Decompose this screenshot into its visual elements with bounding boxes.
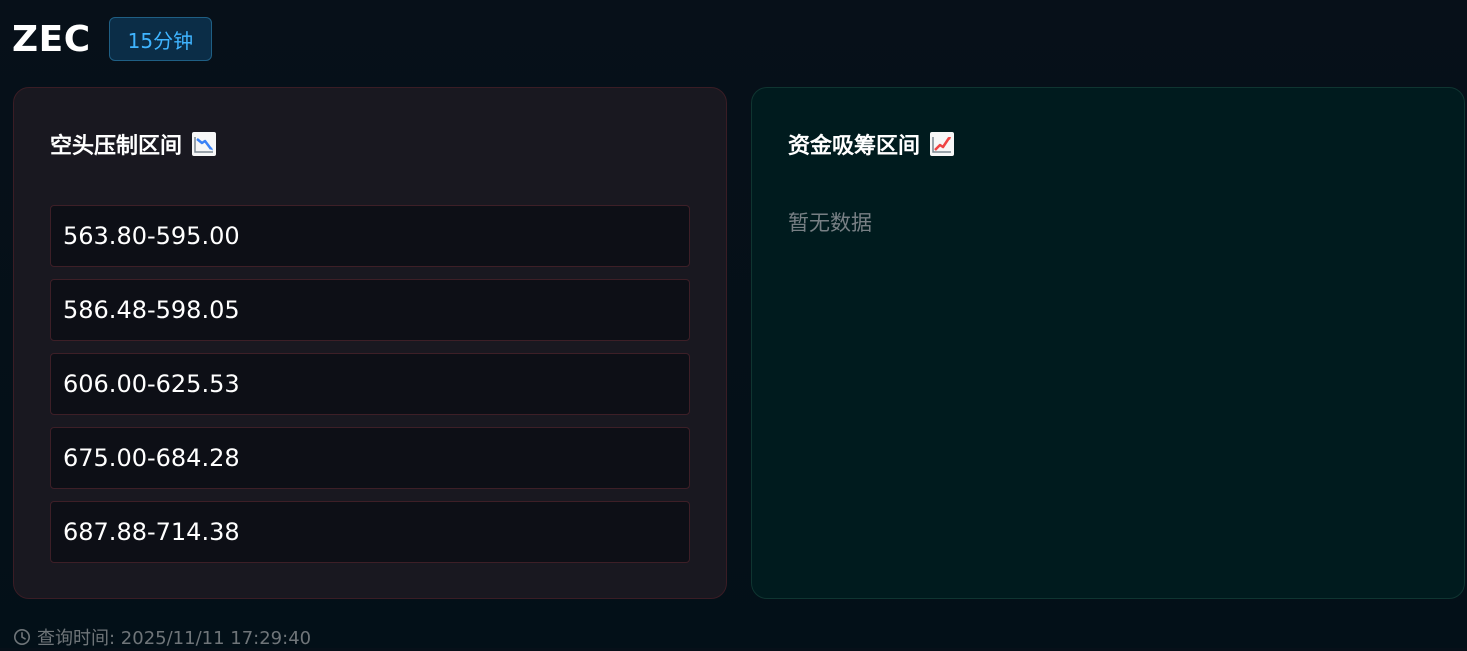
bearish-pressure-label: 空头压制区间 bbox=[50, 134, 183, 159]
bearish-pressure-panel: 空头压制区间 563.80-595.00 586.48-598.05 606.0… bbox=[13, 87, 727, 599]
capital-accumulation-title: 资金吸筹区间 bbox=[788, 128, 955, 160]
bearish-zone-item[interactable]: 687.88-714.38 bbox=[50, 501, 690, 563]
bearish-pressure-title: 空头压制区间 bbox=[50, 128, 217, 160]
query-time-footer: 查询时间: 2025/11/11 17:29:40 bbox=[13, 624, 311, 650]
clock-icon bbox=[13, 628, 31, 646]
chart-increasing-icon bbox=[930, 132, 955, 156]
symbol-title: ZEC bbox=[12, 18, 91, 60]
bearish-zone-item[interactable]: 563.80-595.00 bbox=[50, 205, 690, 267]
bearish-zone-item[interactable]: 606.00-625.53 bbox=[50, 353, 690, 415]
empty-data-message: 暂无数据 bbox=[788, 211, 872, 235]
capital-accumulation-panel: 资金吸筹区间 暂无数据 bbox=[751, 87, 1465, 599]
bearish-zone-item[interactable]: 586.48-598.05 bbox=[50, 279, 690, 341]
chart-decreasing-icon bbox=[192, 132, 217, 156]
timeframe-badge[interactable]: 15分钟 bbox=[108, 17, 213, 61]
market-header: ZEC 15分钟 bbox=[12, 17, 213, 61]
query-time-text: 查询时间: 2025/11/11 17:29:40 bbox=[37, 628, 312, 649]
bearish-zone-list: 563.80-595.00 586.48-598.05 606.00-625.5… bbox=[50, 205, 690, 575]
capital-accumulation-label: 资金吸筹区间 bbox=[788, 134, 921, 159]
bearish-zone-item[interactable]: 675.00-684.28 bbox=[50, 427, 690, 489]
